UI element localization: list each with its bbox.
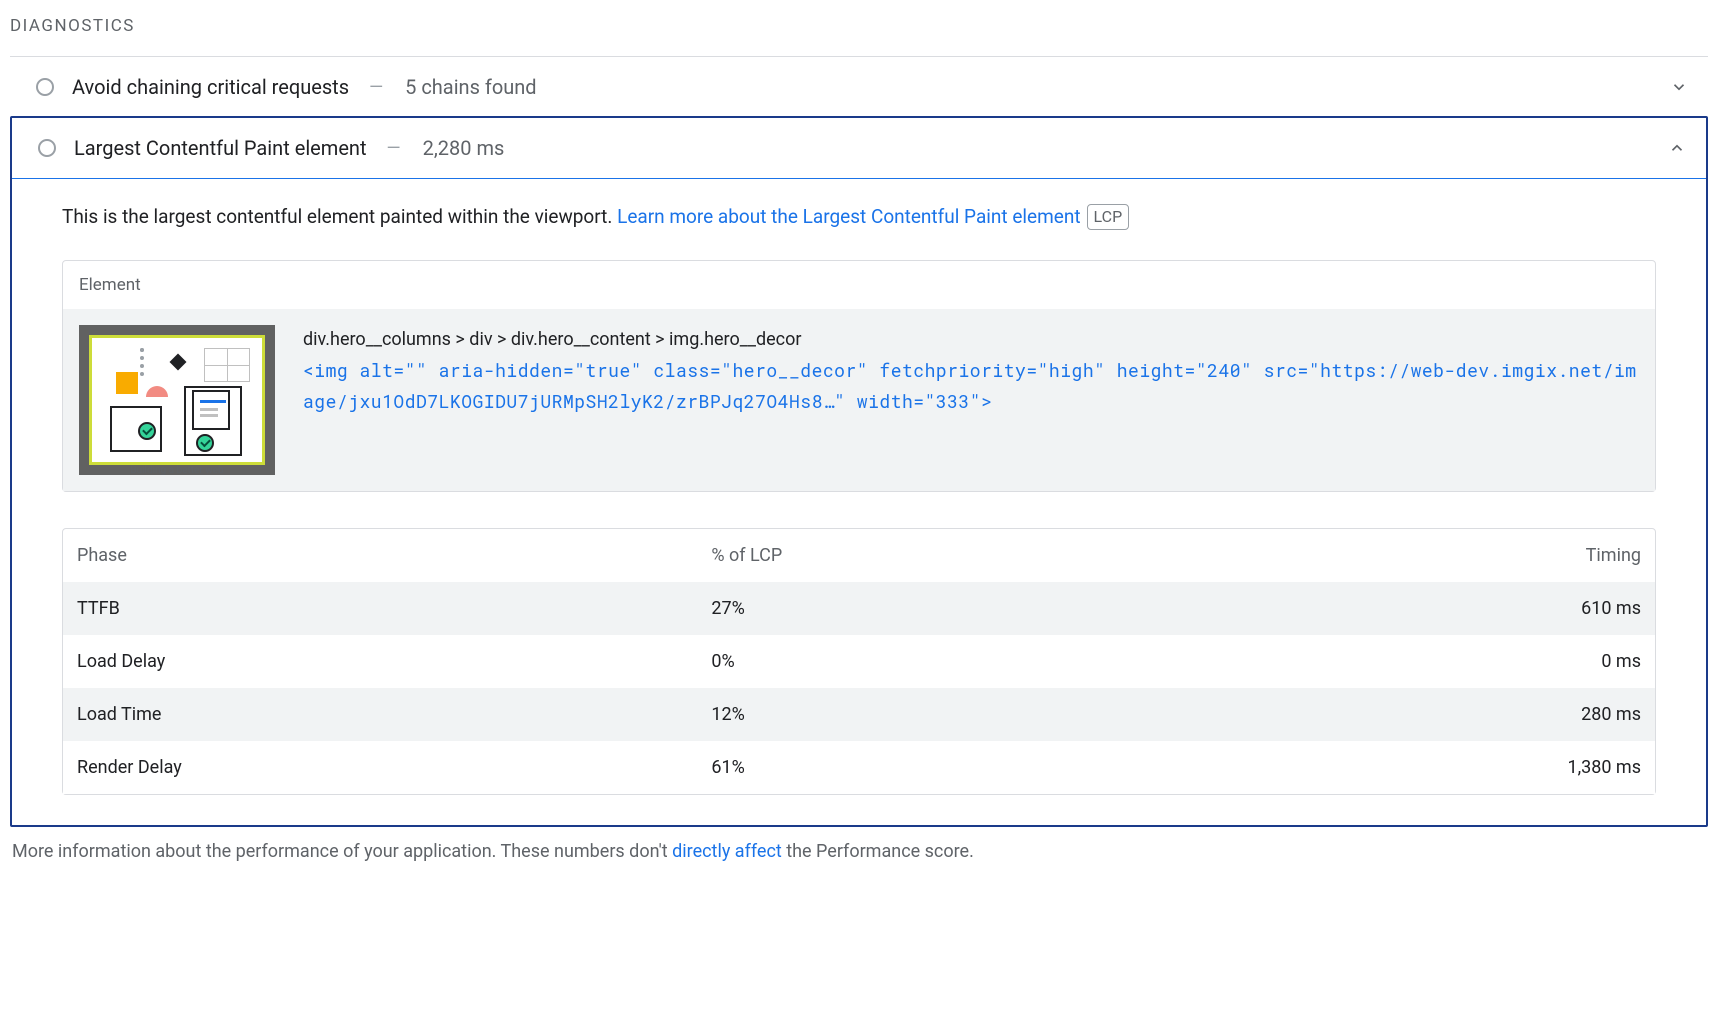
card-body: Building a better web div.hero__columns … — [63, 309, 1655, 491]
status-neutral-icon — [36, 78, 54, 96]
audit-lcp-element: Largest Contentful Paint element — 2,280… — [10, 116, 1708, 827]
dash-separator: — — [387, 138, 401, 159]
footer-prefix: More information about the performance o… — [12, 841, 672, 862]
dash-separator: — — [369, 77, 383, 98]
phase-cell: Load Time — [63, 688, 697, 741]
lcp-element-card: Element Building a bet — [62, 260, 1656, 492]
audit-description-text: This is the largest contentful element p… — [62, 205, 617, 228]
element-thumbnail: Building a better web — [79, 325, 275, 475]
diagnostics-footer-note: More information about the performance o… — [10, 841, 1708, 862]
audit-toggle-lcp-element[interactable]: Largest Contentful Paint element — 2,280… — [12, 118, 1706, 179]
audit-summary-value: 5 chains found — [405, 75, 536, 99]
timing-cell: 280 ms — [1170, 688, 1655, 741]
phase-cell: TTFB — [63, 582, 697, 635]
timing-cell: 1,380 ms — [1170, 741, 1655, 794]
timing-cell: 610 ms — [1170, 582, 1655, 635]
audit-title: Avoid chaining critical requests — [72, 75, 349, 99]
element-selector-path: div.hero__columns > div > div.hero__cont… — [303, 325, 1639, 356]
col-phase: Phase — [63, 529, 697, 582]
audit-title: Largest Contentful Paint element — [74, 136, 367, 160]
audit-summary-value: 2,280 ms — [423, 136, 505, 160]
audit-critical-request-chains: Avoid chaining critical requests — 5 cha… — [10, 56, 1708, 117]
table-row: Load Time 12% 280 ms — [63, 688, 1655, 741]
chevron-down-icon — [1668, 76, 1690, 98]
element-info: div.hero__columns > div > div.hero__cont… — [303, 325, 1639, 417]
directly-affect-link[interactable]: directly affect — [672, 841, 782, 862]
table-row: Load Delay 0% 0 ms — [63, 635, 1655, 688]
col-pct: % of LCP — [697, 529, 1169, 582]
chevron-up-icon — [1666, 137, 1688, 159]
audit-body-lcp: This is the largest contentful element p… — [12, 179, 1706, 825]
pct-cell: 0% — [697, 635, 1169, 688]
table-row: Render Delay 61% 1,380 ms — [63, 741, 1655, 794]
lcp-badge: LCP — [1087, 204, 1130, 230]
thumbnail-caption: Building a better web — [89, 465, 265, 476]
status-neutral-icon — [38, 139, 56, 157]
audit-description: This is the largest contentful element p… — [62, 203, 1656, 232]
phase-cell: Render Delay — [63, 741, 697, 794]
lcp-timings-table: Phase % of LCP Timing TTFB 27% 610 ms Lo… — [62, 528, 1656, 795]
element-html-snippet: <img alt="" aria-hidden="true" class="he… — [303, 355, 1639, 416]
audit-toggle-critical-request-chains[interactable]: Avoid chaining critical requests — 5 cha… — [10, 57, 1708, 117]
pct-cell: 61% — [697, 741, 1169, 794]
phase-cell: Load Delay — [63, 635, 697, 688]
col-timing: Timing — [1170, 529, 1655, 582]
diagnostics-section-header: DIAGNOSTICS — [10, 12, 1708, 56]
footer-suffix: the Performance score. — [782, 841, 974, 862]
timing-cell: 0 ms — [1170, 635, 1655, 688]
pct-cell: 27% — [697, 582, 1169, 635]
card-header-element: Element — [63, 261, 1655, 309]
learn-more-link[interactable]: Learn more about the Largest Contentful … — [617, 205, 1080, 228]
pct-cell: 12% — [697, 688, 1169, 741]
table-row: TTFB 27% 610 ms — [63, 582, 1655, 635]
